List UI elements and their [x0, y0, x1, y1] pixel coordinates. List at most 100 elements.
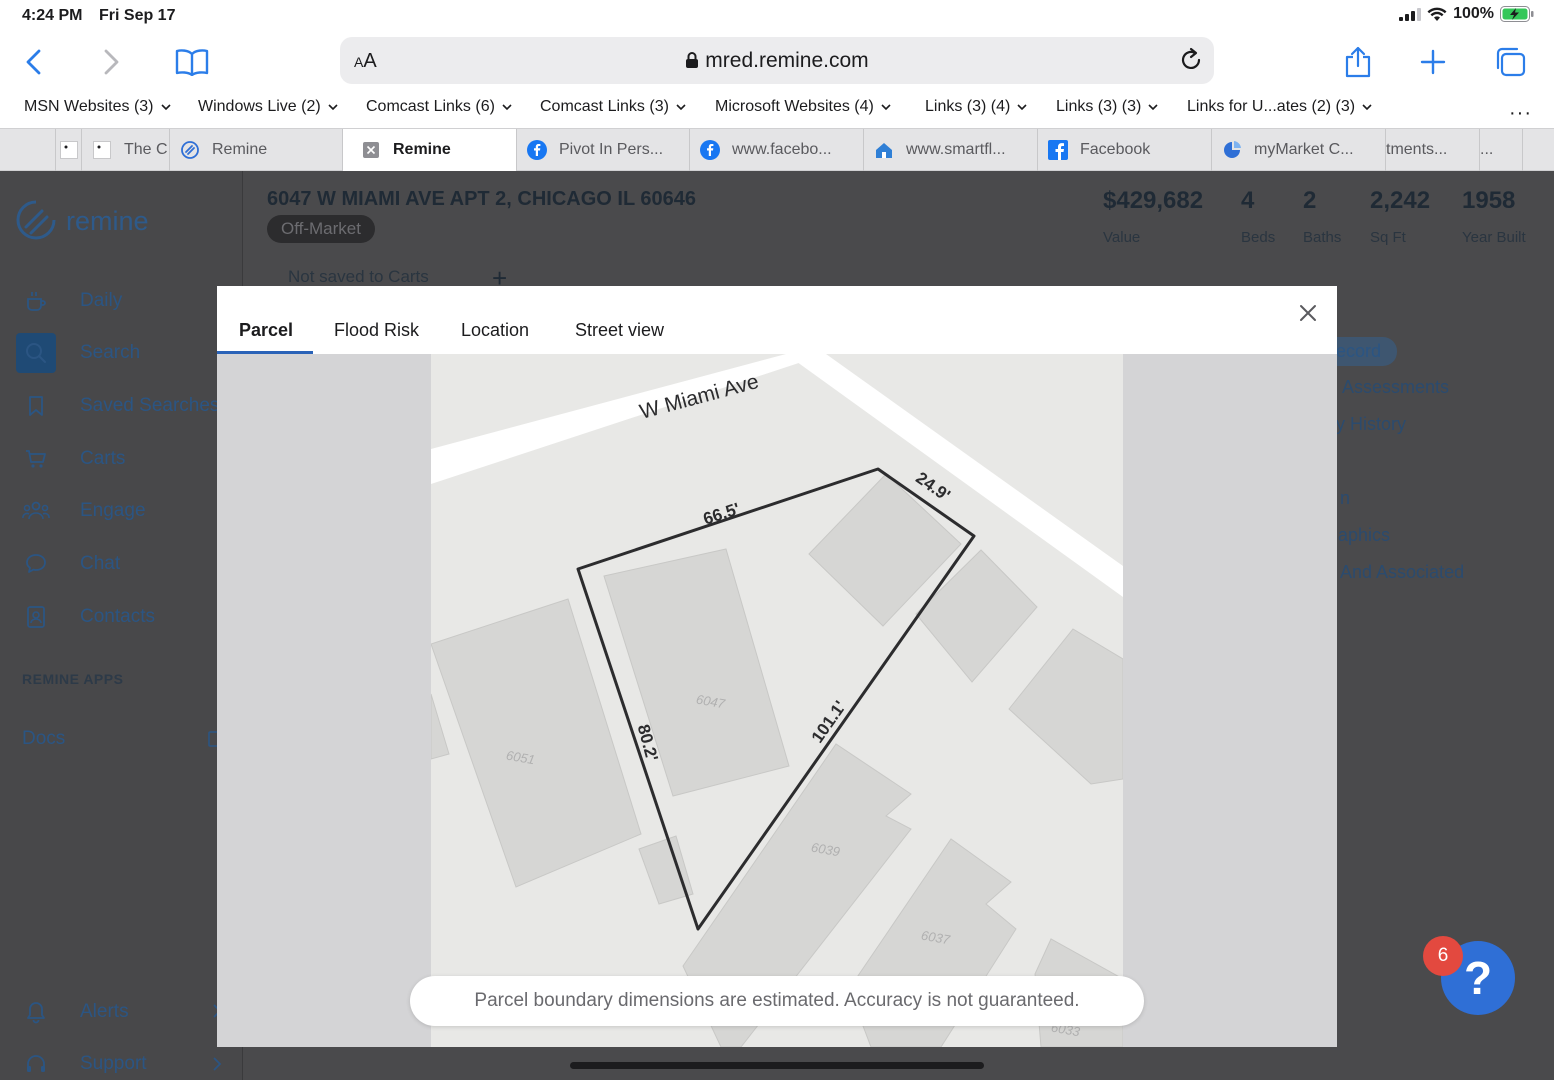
chevron-down-icon	[502, 104, 512, 111]
forward-button[interactable]	[93, 44, 129, 80]
headset-icon	[16, 1044, 56, 1080]
search-icon	[16, 333, 56, 373]
wifi-icon	[1427, 7, 1447, 21]
chevron-down-icon	[676, 104, 686, 111]
remine-logo-icon	[16, 200, 56, 240]
carts-status: Not saved to Carts	[288, 267, 429, 286]
tab-parcel[interactable]: Parcel	[239, 320, 293, 341]
link-n[interactable]: n	[1340, 488, 1350, 509]
tab-remine[interactable]: Remine	[170, 129, 343, 171]
nav-label: Contacts	[80, 606, 155, 627]
bookmark-icon	[16, 386, 56, 426]
nav-label: Alerts	[80, 1001, 129, 1022]
status-date: Fri Sep 17	[99, 7, 176, 24]
lock-icon	[686, 52, 699, 68]
tab-street-view[interactable]: Street view	[575, 320, 664, 341]
stat-sqft: 2,242 Sq Ft	[1370, 187, 1430, 246]
parcel-modal: Parcel Flood Risk Location Street view W…	[217, 286, 1337, 1047]
tab-label: tments...	[1386, 141, 1448, 158]
bookmark-folder[interactable]: Windows Live (2)	[198, 98, 339, 116]
stat-number: $429,682	[1103, 187, 1204, 214]
coffee-cup-icon	[16, 281, 56, 321]
tab-overview-button[interactable]	[1492, 44, 1528, 80]
chevron-down-icon	[1362, 104, 1372, 111]
tab-label: ...	[1480, 141, 1494, 158]
facebook-icon	[700, 140, 720, 160]
link-assessments[interactable]: Assessments	[1342, 377, 1449, 398]
nav-label: Search	[80, 342, 141, 363]
status-bar: 4:24 PM Fri Sep 17 100%	[0, 0, 1554, 32]
tab-location[interactable]: Location	[461, 320, 529, 341]
address-bar[interactable]: AA mred.remine.com	[340, 37, 1214, 84]
bell-icon	[16, 992, 56, 1032]
nav-label: Support	[80, 1053, 147, 1074]
tab-the-c[interactable]: The C	[82, 129, 170, 171]
url-display[interactable]: mred.remine.com	[340, 49, 1214, 73]
tab-pinned[interactable]	[0, 129, 56, 171]
bookmarks-button[interactable]	[174, 44, 210, 80]
nav-support[interactable]: Support	[16, 1044, 276, 1080]
bookmark-folder[interactable]: Microsoft Websites (4)	[715, 98, 892, 116]
bookmark-folder[interactable]: Comcast Links (3)	[540, 98, 687, 116]
link-associated[interactable]: And Associated	[1340, 562, 1464, 583]
facebook-square-icon	[1048, 140, 1068, 160]
tab-flood-risk[interactable]: Flood Risk	[334, 320, 419, 341]
tab-smartfl[interactable]: www.smartfl...	[864, 129, 1038, 171]
stat-number: 2,242	[1370, 187, 1431, 214]
bookmark-folder[interactable]: Links (3) (4)	[925, 98, 1028, 116]
home-indicator	[570, 1062, 984, 1069]
tab-remine-active[interactable]: Remine	[343, 129, 517, 171]
stat-label: Year Built	[1462, 229, 1526, 246]
tab-label: Pivot In Pers...	[559, 141, 664, 158]
bookmark-folder[interactable]: MSN Websites (3)	[24, 98, 172, 116]
bookmark-label: Links (3) (3)	[1056, 98, 1142, 115]
tab-label: www.facebo...	[732, 141, 832, 158]
bookmark-label: Windows Live (2)	[198, 98, 321, 115]
nav-label: Docs	[22, 728, 66, 749]
more-bookmarks-button[interactable]: ···	[1509, 102, 1532, 125]
stat-beds: 4 Beds	[1241, 187, 1275, 246]
group-icon	[16, 491, 56, 531]
close-icon[interactable]	[1297, 302, 1319, 324]
stat-year-built: 1958 Year Built	[1462, 187, 1526, 246]
tab-pivot[interactable]: Pivot In Pers...	[517, 129, 690, 171]
bookmark-folder[interactable]: Links (3) (3)	[1056, 98, 1159, 116]
page-icon	[92, 140, 112, 160]
link-history[interactable]: y History	[1336, 414, 1406, 435]
parcel-map[interactable]: W Miami Ave 6047 6051 6039 6037 6033 66.…	[217, 354, 1337, 1047]
share-button[interactable]	[1340, 44, 1376, 80]
stat-label: Value	[1103, 229, 1141, 246]
link-demographics[interactable]: aphics	[1338, 525, 1390, 546]
chevron-down-icon	[1017, 104, 1027, 111]
tab-pinned-blank[interactable]	[56, 129, 82, 171]
contacts-icon	[16, 597, 56, 637]
tab-facebook-url[interactable]: www.facebo...	[690, 129, 864, 171]
modal-tabs: Parcel Flood Risk Location Street view	[217, 286, 1337, 354]
tab-label: myMarket C...	[1254, 141, 1354, 158]
tab-mymarket[interactable]: myMarket C...	[1212, 129, 1386, 171]
tab-facebook[interactable]: Facebook	[1038, 129, 1212, 171]
remine-logo[interactable]: remine	[16, 199, 149, 243]
section-label-remine-apps: REMINE APPS	[22, 671, 124, 687]
new-tab-button[interactable]	[1415, 44, 1451, 80]
nav-label: Daily	[80, 290, 123, 311]
book-icon	[175, 49, 209, 76]
help-icon: ?	[1463, 952, 1493, 1004]
share-icon	[1345, 46, 1371, 78]
bookmark-label: Microsoft Websites (4)	[715, 98, 874, 115]
chevron-down-icon	[881, 104, 891, 111]
bookmark-folder[interactable]: Comcast Links (6)	[366, 98, 513, 116]
bookmark-folder[interactable]: Links for U...ates (2) (3)	[1187, 98, 1373, 116]
facebook-icon	[527, 140, 547, 160]
notification-badge: 6	[1423, 936, 1463, 976]
tab-tments[interactable]: tments...	[1386, 129, 1480, 171]
tab-label: www.smartfl...	[906, 141, 1006, 158]
status-time: 4:24 PM	[22, 7, 83, 24]
chevron-down-icon	[160, 104, 171, 111]
remine-logo-icon	[180, 140, 200, 160]
reload-icon[interactable]	[1178, 47, 1204, 73]
parcel-map-canvas[interactable]: W Miami Ave 6047 6051 6039 6037 6033 66.…	[431, 354, 1123, 1047]
back-button[interactable]	[16, 44, 52, 80]
close-tab-icon[interactable]	[361, 140, 381, 160]
tab-overflow[interactable]: ...	[1480, 129, 1523, 171]
